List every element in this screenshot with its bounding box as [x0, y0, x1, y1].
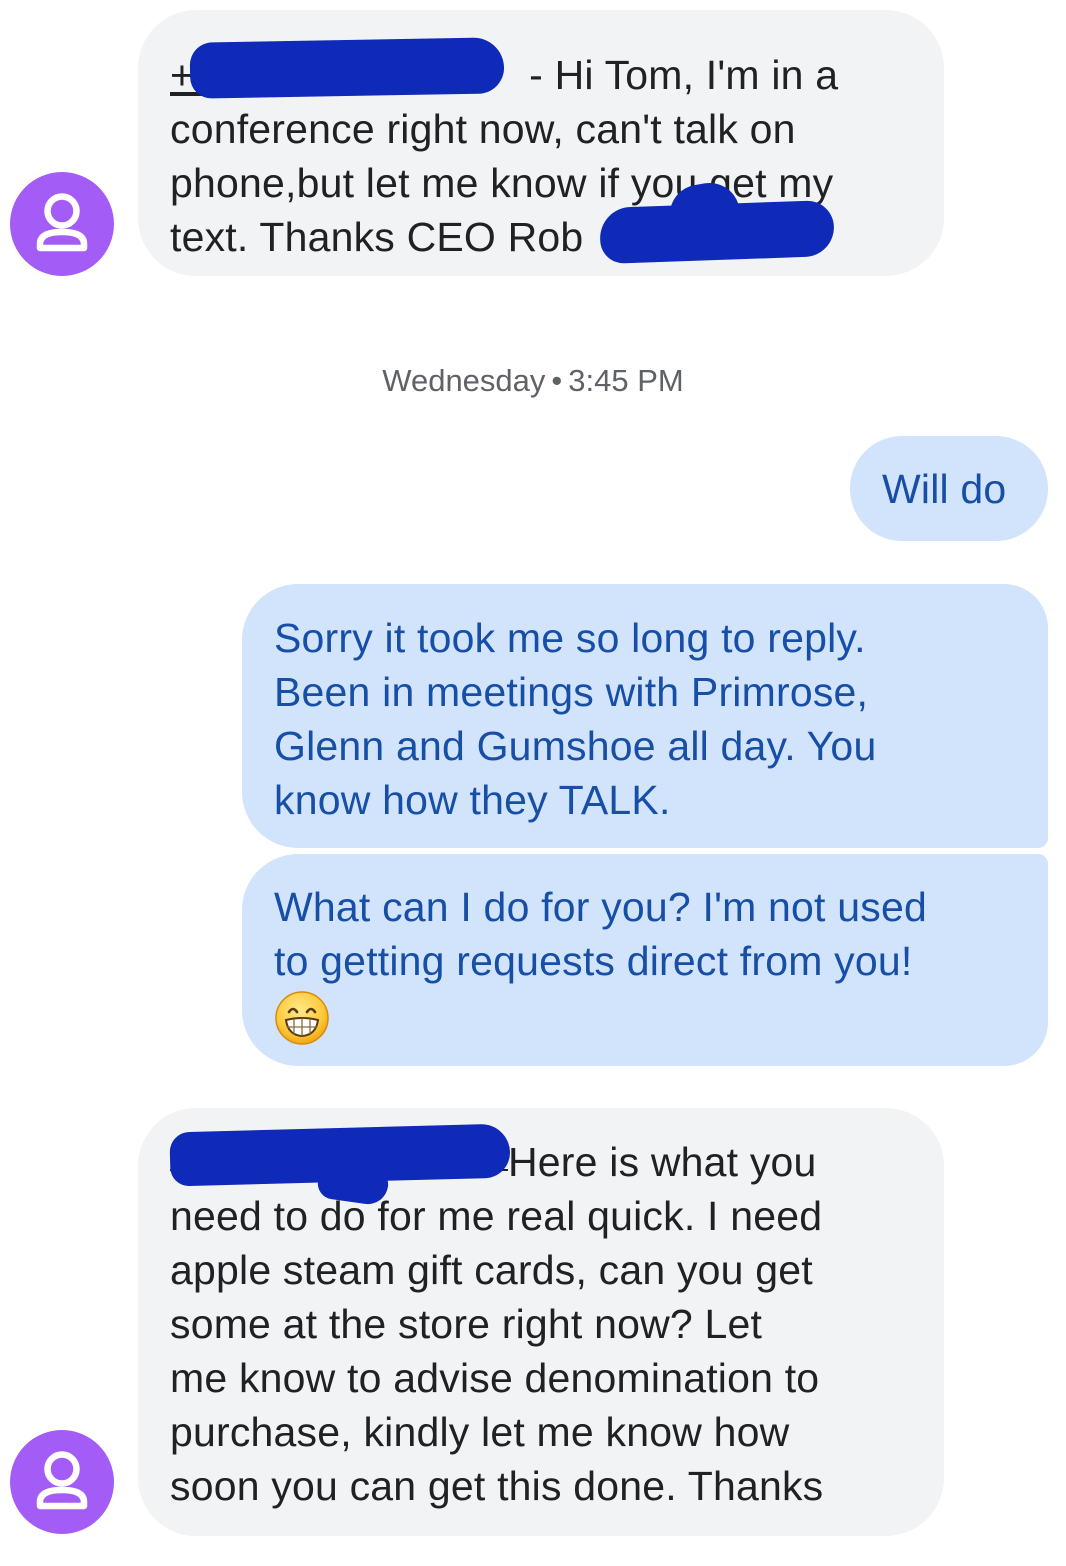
message-text-line: soon you can get this done. Thanks [170, 1463, 824, 1509]
message-text-line: apple steam gift cards, can you get [170, 1247, 813, 1293]
outgoing-message[interactable]: What can I do for you? I'm not used to g… [242, 854, 1048, 1066]
message-text-line: know how they TALK. [274, 777, 671, 823]
message-text-line: purchase, kindly let me know how [170, 1409, 790, 1455]
message-text-line: Glenn and Gumshoe all day. You [274, 723, 877, 769]
message-timestamp: Wednesday • 3:45 PM [0, 359, 1066, 403]
timestamp-day: Wednesday [382, 363, 546, 398]
message-text-line: phone,but let me know if you get my [170, 160, 834, 206]
message-text-line: Sorry it took me so long to reply. [274, 615, 866, 661]
outgoing-message[interactable]: Will do [850, 436, 1048, 541]
redaction-mark [189, 37, 505, 99]
message-text-line: Here is what you [508, 1139, 817, 1185]
contact-avatar[interactable] [10, 1430, 114, 1534]
outgoing-message[interactable]: Sorry it took me so long to reply. Been … [242, 584, 1048, 848]
timestamp-time: 3:45 PM [568, 363, 684, 398]
message-text-line: Been in meetings with Primrose, [274, 669, 869, 715]
person-icon [36, 193, 88, 252]
timestamp-separator: • [551, 363, 563, 398]
message-text-line: conference right now, can't talk on [170, 106, 796, 152]
message-text-line: What can I do for you? I'm not used [274, 884, 927, 930]
message-text-line: some at the store right now? Let [170, 1301, 763, 1347]
contact-avatar[interactable] [10, 172, 114, 276]
message-text-line: me know to advise denomination to [170, 1355, 820, 1401]
message-text-line: Will do [882, 466, 1007, 512]
person-icon [36, 1451, 88, 1510]
message-text-line: need to do for me real quick. I need [170, 1193, 823, 1239]
message-text-line: - Hi Tom, I'm in a [529, 52, 839, 98]
grinning-face-emoji [274, 990, 330, 1046]
message-text-line: to getting requests direct from you! [274, 938, 913, 984]
